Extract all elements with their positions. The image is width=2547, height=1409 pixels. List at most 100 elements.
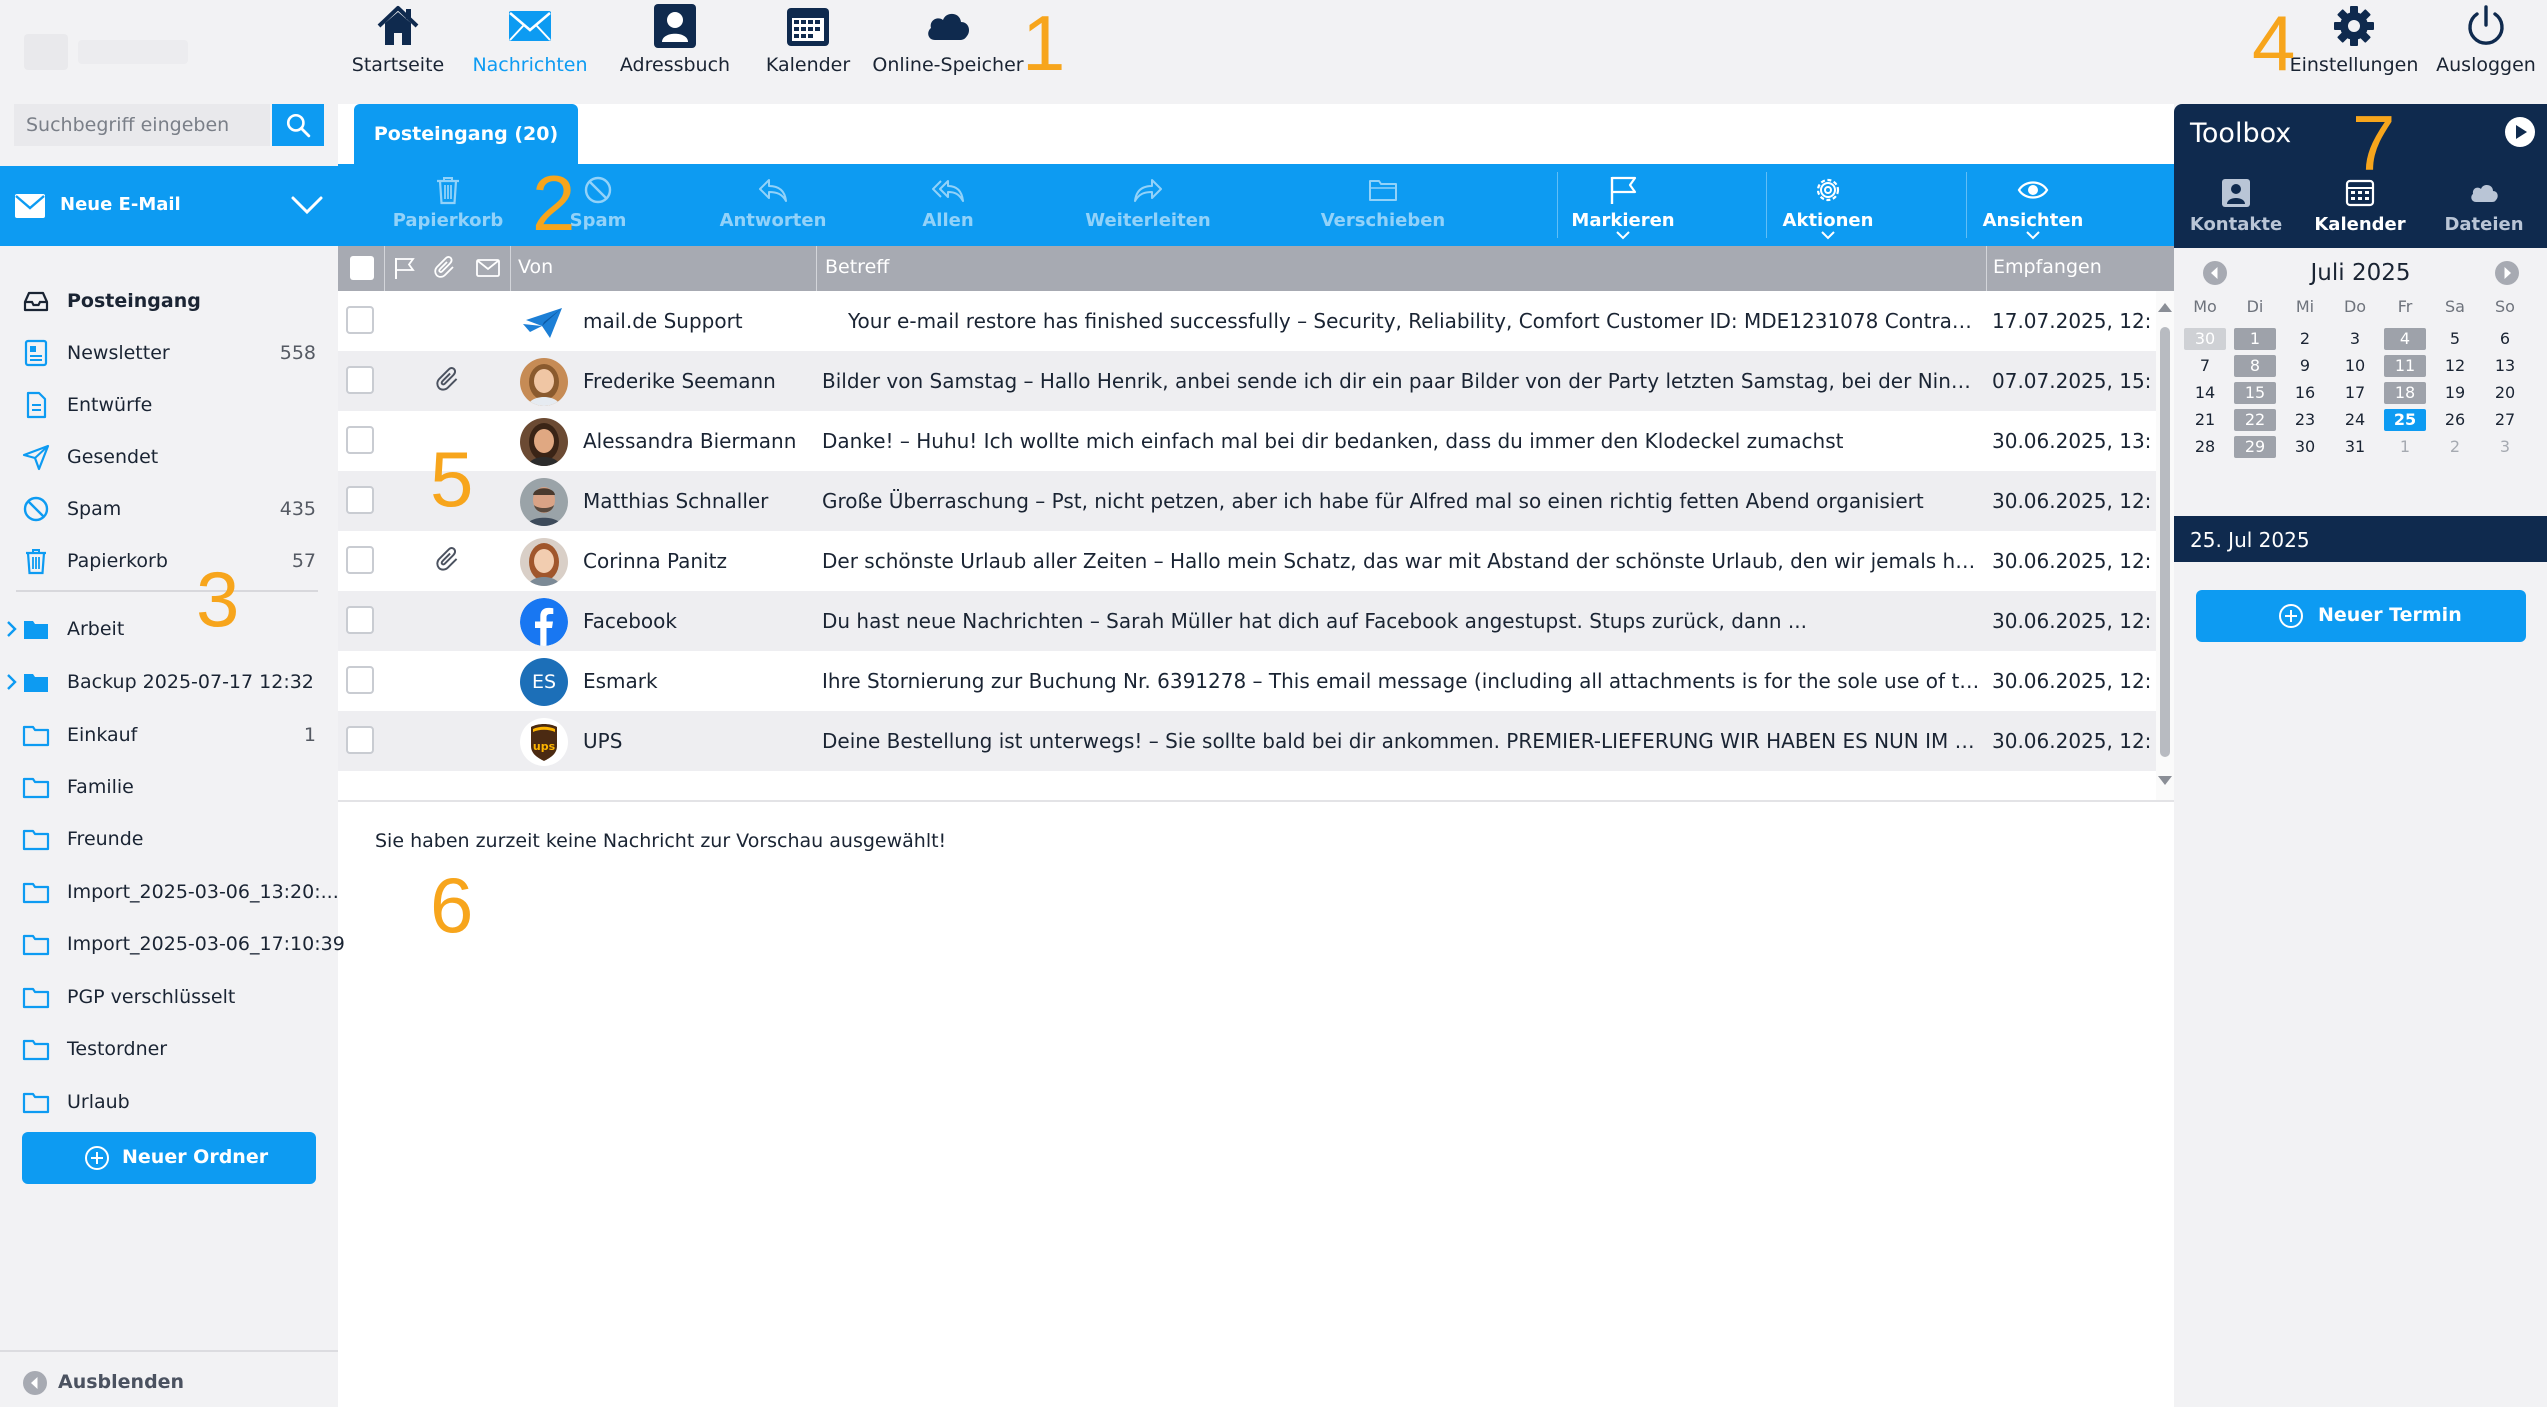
- calendar-day[interactable]: 6: [2484, 328, 2526, 350]
- calendar-day[interactable]: 8: [2234, 355, 2276, 377]
- toolbox-tab-contacts[interactable]: Kontakte: [2174, 174, 2298, 248]
- calendar-day[interactable]: 15: [2234, 382, 2276, 404]
- folder-item-newsletter[interactable]: Newsletter 558: [0, 327, 338, 379]
- message-row[interactable]: Alessandra Biermann Danke! – Huhu! Ich w…: [338, 411, 2158, 471]
- nav-einstellungen[interactable]: Einstellungen: [2284, 0, 2424, 104]
- hide-sidebar-button[interactable]: Ausblenden: [0, 1350, 338, 1409]
- toolbox-tab-files[interactable]: Dateien: [2422, 174, 2546, 248]
- column-header-date[interactable]: Empfangen: [1993, 256, 2102, 278]
- toolbar-actions-button[interactable]: Aktionen: [1768, 164, 1888, 246]
- folder-item-familie[interactable]: Familie: [0, 761, 338, 813]
- calendar-day[interactable]: 1: [2234, 328, 2276, 350]
- mail-de-logo[interactable]: [22, 28, 272, 78]
- folder-item-arbeit[interactable]: Arbeit: [0, 603, 338, 655]
- nav-online-speicher[interactable]: Online-Speicher: [868, 0, 1028, 104]
- calendar-day[interactable]: 9: [2284, 355, 2326, 377]
- nav-nachrichten[interactable]: Nachrichten: [466, 0, 594, 104]
- calendar-day[interactable]: 10: [2334, 355, 2376, 377]
- message-checkbox[interactable]: [346, 546, 374, 574]
- message-row[interactable]: Facebook Du hast neue Nachrichten – Sara…: [338, 591, 2158, 651]
- calendar-day-today[interactable]: 25: [2384, 409, 2426, 431]
- message-row[interactable]: Matthias Schnaller Große Überraschung – …: [338, 471, 2158, 531]
- tab-posteingang[interactable]: Posteingang (20): [354, 104, 578, 164]
- collapse-toolbox-icon[interactable]: [2504, 116, 2536, 148]
- calendar-day[interactable]: 16: [2284, 382, 2326, 404]
- calendar-day[interactable]: 19: [2434, 382, 2476, 404]
- calendar-day[interactable]: 26: [2434, 409, 2476, 431]
- calendar-day[interactable]: 28: [2184, 436, 2226, 458]
- message-row[interactable]: Frederike Seemann Bilder von Samstag – H…: [338, 351, 2158, 411]
- calendar-day[interactable]: 23: [2284, 409, 2326, 431]
- calendar-day[interactable]: 29: [2234, 436, 2276, 458]
- toolbar-reply-button[interactable]: Antworten: [708, 164, 838, 246]
- calendar-day[interactable]: 17: [2334, 382, 2376, 404]
- folder-item-import-1[interactable]: Import_2025-03-06_13:20:...: [0, 866, 339, 918]
- calendar-day[interactable]: 3: [2484, 436, 2526, 458]
- search-input[interactable]: [14, 104, 270, 146]
- chevron-right-icon[interactable]: [6, 672, 18, 692]
- chevron-down-icon[interactable]: [290, 194, 324, 216]
- calendar-day[interactable]: 18: [2384, 382, 2426, 404]
- calendar-day[interactable]: 2: [2434, 436, 2476, 458]
- new-folder-button[interactable]: Neuer Ordner: [22, 1132, 316, 1184]
- toolbar-forward-button[interactable]: Weiterleiten: [1078, 164, 1218, 246]
- toolbar-reply-all-button[interactable]: Allen: [898, 164, 998, 246]
- calendar-day[interactable]: 24: [2334, 409, 2376, 431]
- nav-adressbuch[interactable]: Adressbuch: [610, 0, 740, 104]
- calendar-day[interactable]: 11: [2384, 355, 2426, 377]
- message-row[interactable]: mail.de Support Your e-mail restore has …: [338, 291, 2158, 351]
- calendar-day[interactable]: 7: [2184, 355, 2226, 377]
- message-list-scrollbar[interactable]: [2156, 291, 2174, 801]
- toolbar-flag-button[interactable]: Markieren: [1558, 164, 1688, 246]
- folder-item-pgp[interactable]: PGP verschlüsselt: [0, 971, 338, 1023]
- calendar-day[interactable]: 2: [2284, 328, 2326, 350]
- scroll-thumb[interactable]: [2160, 327, 2170, 757]
- folder-item-freunde[interactable]: Freunde: [0, 813, 338, 865]
- calendar-day[interactable]: 14: [2184, 382, 2226, 404]
- column-header-subject[interactable]: Betreff: [825, 256, 889, 278]
- calendar-day[interactable]: 4: [2384, 328, 2426, 350]
- folder-item-einkauf[interactable]: Einkauf 1: [0, 709, 338, 761]
- envelope-icon[interactable]: [476, 256, 500, 280]
- new-email-button[interactable]: Neue E-Mail: [0, 166, 338, 246]
- message-checkbox[interactable]: [346, 306, 374, 334]
- folder-item-spam[interactable]: Spam 435: [0, 483, 338, 535]
- chevron-right-icon[interactable]: [6, 619, 18, 639]
- calendar-day[interactable]: 20: [2484, 382, 2526, 404]
- calendar-day[interactable]: 1: [2384, 436, 2426, 458]
- calendar-day[interactable]: 31: [2334, 436, 2376, 458]
- folder-item-drafts[interactable]: Entwürfe: [0, 379, 338, 431]
- paperclip-icon[interactable]: [434, 256, 458, 280]
- column-header-from[interactable]: Von: [518, 256, 553, 278]
- message-row[interactable]: ES Esmark Ihre Stornierung zur Buchung N…: [338, 651, 2158, 711]
- toolbar-move-button[interactable]: Verschieben: [1308, 164, 1458, 246]
- message-checkbox[interactable]: [346, 726, 374, 754]
- folder-item-trash[interactable]: Papierkorb 57: [0, 535, 338, 587]
- scroll-up-arrow-icon[interactable]: [2157, 301, 2173, 313]
- folder-item-testordner[interactable]: Testordner: [0, 1023, 338, 1075]
- message-checkbox[interactable]: [346, 486, 374, 514]
- folder-item-sent[interactable]: Gesendet: [0, 431, 338, 483]
- calendar-day[interactable]: 30: [2184, 328, 2226, 350]
- folder-item-urlaub[interactable]: Urlaub: [0, 1076, 338, 1128]
- calendar-day[interactable]: 22: [2234, 409, 2276, 431]
- message-row[interactable]: ups UPS Deine Bestellung ist unterwegs! …: [338, 711, 2158, 771]
- scroll-down-arrow-icon[interactable]: [2157, 775, 2173, 787]
- calendar-day[interactable]: 21: [2184, 409, 2226, 431]
- folder-item-import-2[interactable]: Import_2025-03-06_17:10:39: [0, 918, 345, 970]
- folder-item-inbox[interactable]: Posteingang: [0, 275, 338, 327]
- calendar-next-icon[interactable]: [2494, 260, 2520, 286]
- message-checkbox[interactable]: [346, 426, 374, 454]
- message-checkbox[interactable]: [346, 666, 374, 694]
- search-button[interactable]: [272, 104, 324, 146]
- toolbar-trash-button[interactable]: Papierkorb: [388, 164, 508, 246]
- folder-item-backup[interactable]: Backup 2025-07-17 12:32: [0, 656, 338, 708]
- calendar-day[interactable]: 27: [2484, 409, 2526, 431]
- calendar-day[interactable]: 13: [2484, 355, 2526, 377]
- toolbar-views-button[interactable]: Ansichten: [1968, 164, 2098, 246]
- calendar-day[interactable]: 3: [2334, 328, 2376, 350]
- calendar-day[interactable]: 30: [2284, 436, 2326, 458]
- nav-ausloggen[interactable]: Ausloggen: [2428, 0, 2544, 104]
- message-checkbox[interactable]: [346, 366, 374, 394]
- calendar-day[interactable]: 5: [2434, 328, 2476, 350]
